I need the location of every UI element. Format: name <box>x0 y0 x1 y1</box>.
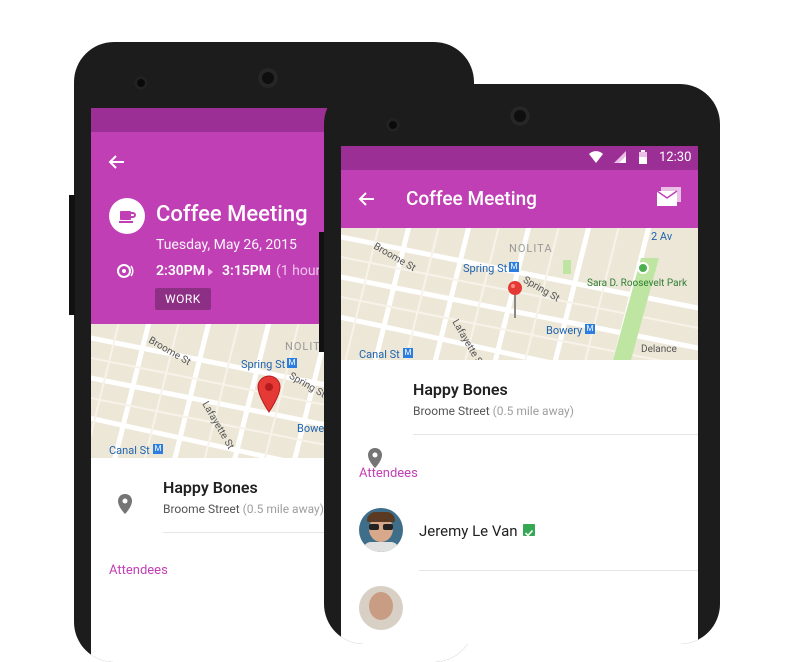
wifi-icon <box>589 151 603 163</box>
event-title: Coffee Meeting <box>156 202 308 227</box>
alarm-icon <box>117 264 134 278</box>
park-icon <box>637 262 649 274</box>
status-bar: 12:30 <box>341 146 698 170</box>
work-tag[interactable]: WORK <box>155 288 211 310</box>
event-map[interactable]: Broome St NOLITA 2 Av Spring St M Spring… <box>341 228 698 360</box>
back-arrow-icon[interactable] <box>357 189 377 209</box>
start-time: 2:30PM <box>156 263 206 279</box>
checked-icon <box>523 524 535 537</box>
map-label-spring: Spring St <box>463 262 508 275</box>
app-bar: Coffee Meeting <box>341 170 698 228</box>
map-label-park: Sara D. Roosevelt Park <box>587 278 688 289</box>
attendees-heading: Attendees <box>359 466 418 481</box>
place-address: Broome Street (0.5 mile away) <box>413 404 574 418</box>
app-bar-title: Coffee Meeting <box>406 187 537 210</box>
event-date: Tuesday, May 26, 2015 <box>156 237 297 253</box>
subway-icon: M <box>509 262 519 272</box>
map-label-bowery: Bowery <box>546 324 583 337</box>
map-label-nolita: NOLITA <box>509 242 553 255</box>
email-icon[interactable] <box>657 187 681 209</box>
signal-icon <box>614 151 626 163</box>
map-label-spring: Spring St <box>241 358 286 371</box>
map-label-bowery: Bowe <box>297 422 325 435</box>
sensor <box>386 118 400 132</box>
subway-icon: M <box>287 358 297 368</box>
map-label-delancey: Delance <box>641 344 677 355</box>
time-arrow-icon <box>208 268 213 276</box>
place-address: Broome Street (0.5 mile away) <box>163 502 324 516</box>
subway-icon: M <box>585 324 595 334</box>
map-label-canal: Canal St <box>359 348 400 360</box>
divider <box>419 570 698 571</box>
front-camera <box>258 68 278 88</box>
subway-icon: M <box>403 348 413 358</box>
map-pin-icon[interactable] <box>507 280 523 320</box>
front-phone-screen: 12:30 Coffee Meeting Broome St NOLITA 2 … <box>341 146 698 644</box>
side-button <box>69 195 75 315</box>
subway-icon: M <box>153 444 163 454</box>
front-phone: 12:30 Coffee Meeting Broome St NOLITA 2 … <box>324 84 720 644</box>
battery-icon <box>639 150 647 164</box>
avatar[interactable] <box>359 508 403 552</box>
coffee-icon <box>109 198 145 234</box>
attendees-heading: Attendees <box>109 563 168 578</box>
divider <box>413 434 698 435</box>
map-label-canal: Canal St <box>109 444 150 457</box>
duration: (1 hour <box>276 263 321 279</box>
sensor <box>134 76 148 90</box>
end-time: 3:15PM <box>222 263 272 279</box>
back-arrow-icon[interactable] <box>107 152 127 172</box>
clock: 12:30 <box>659 150 692 165</box>
front-camera <box>510 106 530 126</box>
place-name: Happy Bones <box>413 380 508 399</box>
place-name: Happy Bones <box>163 478 258 497</box>
avatar[interactable] <box>359 586 403 630</box>
map-label-2av: 2 Av <box>651 230 673 243</box>
location-icon <box>118 494 132 514</box>
map-pin-icon[interactable] <box>256 374 282 414</box>
attendee-name[interactable]: Jeremy Le Van <box>419 522 518 540</box>
